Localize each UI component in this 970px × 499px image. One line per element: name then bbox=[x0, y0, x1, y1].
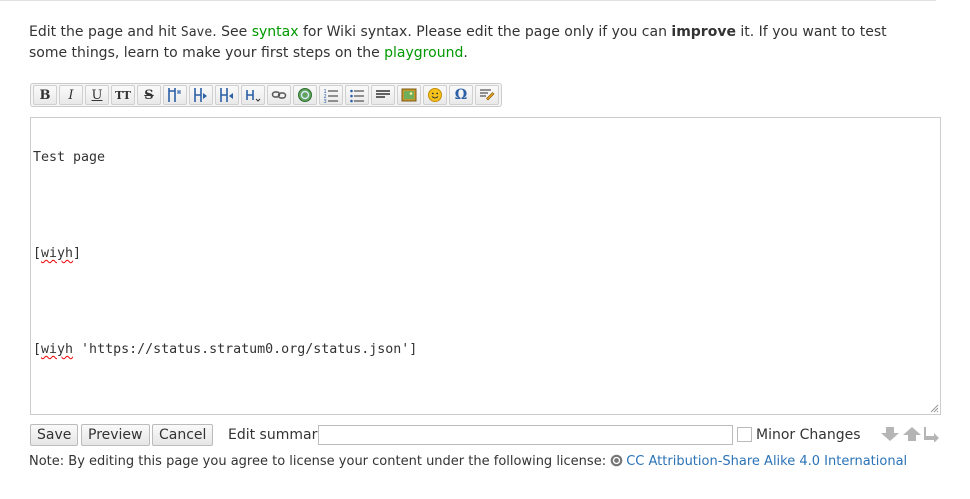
editor-size-controls bbox=[880, 426, 940, 442]
resize-grip-icon[interactable] bbox=[930, 404, 939, 413]
line-5-open: [ bbox=[33, 342, 42, 357]
unordered-list-icon bbox=[350, 89, 364, 103]
internal-link-button[interactable] bbox=[267, 85, 291, 105]
editor-line-3: [wiyh] bbox=[33, 246, 938, 262]
edit-summary-input[interactable] bbox=[318, 425, 733, 445]
edit-intro: Edit the page and hit Save. See syntax f… bbox=[29, 22, 929, 64]
editor-line-4 bbox=[33, 294, 938, 310]
arrow-up-icon[interactable] bbox=[902, 426, 922, 442]
editor-line-1: Test page bbox=[33, 150, 938, 166]
wiki-text-editor[interactable]: Test page [wiyh] [wiyh 'https://status.s… bbox=[30, 117, 941, 415]
globe-link-icon bbox=[298, 88, 312, 102]
bold-icon: B bbox=[39, 87, 51, 103]
higher-headline-button[interactable] bbox=[215, 85, 239, 105]
italic-button[interactable]: I bbox=[59, 85, 83, 105]
image-icon bbox=[401, 88, 417, 102]
link-icon bbox=[271, 91, 287, 99]
monospace-button[interactable]: TT bbox=[111, 85, 135, 105]
editor-line-2 bbox=[33, 198, 938, 214]
edit-summary-label: Edit summary bbox=[228, 427, 326, 443]
license-text: Note: By editing this page you agree to … bbox=[29, 454, 611, 469]
cancel-button[interactable]: Cancel bbox=[152, 424, 214, 446]
cc-license-icon bbox=[610, 454, 623, 467]
headline-same-icon bbox=[168, 88, 181, 102]
external-link-button[interactable] bbox=[293, 85, 317, 105]
svg-text:3: 3 bbox=[324, 99, 327, 103]
playground-link[interactable]: playground bbox=[384, 45, 463, 61]
monospace-icon: TT bbox=[115, 88, 131, 102]
ordered-list-button[interactable]: 123 bbox=[319, 85, 343, 105]
signature-icon bbox=[480, 89, 495, 101]
line-3-close: ] bbox=[73, 246, 82, 261]
insert-signature-button[interactable] bbox=[475, 85, 499, 105]
syntax-link[interactable]: syntax bbox=[252, 24, 299, 40]
license-link[interactable]: CC Attribution-Share Alike 4.0 Internati… bbox=[626, 454, 907, 469]
license-note: Note: By editing this page you agree to … bbox=[29, 454, 907, 469]
ordered-list-icon: 123 bbox=[324, 89, 338, 103]
minor-changes-checkbox[interactable] bbox=[737, 427, 752, 442]
intro-text-5: . bbox=[463, 45, 468, 61]
same-level-headline-button[interactable] bbox=[163, 85, 187, 105]
top-divider bbox=[0, 0, 936, 1]
editor-toolbar: B I U TT S 123 Ω bbox=[30, 83, 502, 107]
unordered-list-button[interactable] bbox=[345, 85, 369, 105]
intro-text-3: for Wiki syntax. Please edit the page on… bbox=[298, 24, 672, 40]
save-button[interactable]: Save bbox=[30, 424, 79, 446]
line-5-rest: 'https://status.stratum0.org/status.json… bbox=[73, 342, 418, 357]
intro-save-code: Save bbox=[180, 25, 213, 40]
editor-line-5: [wiyh 'https://status.stratum0.org/statu… bbox=[33, 342, 938, 358]
preview-button[interactable]: Preview bbox=[81, 424, 150, 446]
editor-line-1-text: Test page bbox=[33, 150, 106, 165]
smiley-icon bbox=[428, 88, 442, 102]
horizontal-rule-icon bbox=[376, 90, 390, 98]
strikethrough-icon: S bbox=[144, 87, 154, 103]
headline-higher-icon bbox=[220, 88, 233, 102]
line-3-misspelled-word: wiyh bbox=[41, 246, 74, 261]
line-3-open: [ bbox=[33, 246, 42, 261]
arrow-down-icon[interactable] bbox=[880, 426, 900, 442]
intro-text-1: Edit the page and hit bbox=[29, 24, 181, 40]
intro-text-2: . See bbox=[212, 24, 252, 40]
bold-button[interactable]: B bbox=[33, 85, 57, 105]
italic-icon: I bbox=[68, 87, 74, 103]
lower-headline-button[interactable] bbox=[189, 85, 213, 105]
horizontal-rule-button[interactable] bbox=[371, 85, 395, 105]
underline-button[interactable]: U bbox=[85, 85, 109, 105]
strikethrough-button[interactable]: S bbox=[137, 85, 161, 105]
line-5-misspelled-word: wiyh bbox=[41, 342, 74, 357]
add-images-button[interactable] bbox=[397, 85, 421, 105]
omega-icon: Ω bbox=[454, 87, 468, 103]
headline-lower-icon bbox=[194, 88, 207, 102]
underline-icon: U bbox=[91, 87, 103, 103]
headline-menu-button[interactable] bbox=[241, 85, 265, 105]
smileys-button[interactable] bbox=[423, 85, 447, 105]
minor-changes-label: Minor Changes bbox=[756, 427, 861, 443]
intro-improve: improve bbox=[671, 24, 736, 40]
headline-menu-icon bbox=[246, 90, 261, 102]
wrap-toggle-icon[interactable] bbox=[924, 426, 940, 442]
special-chars-button[interactable]: Ω bbox=[449, 85, 473, 105]
